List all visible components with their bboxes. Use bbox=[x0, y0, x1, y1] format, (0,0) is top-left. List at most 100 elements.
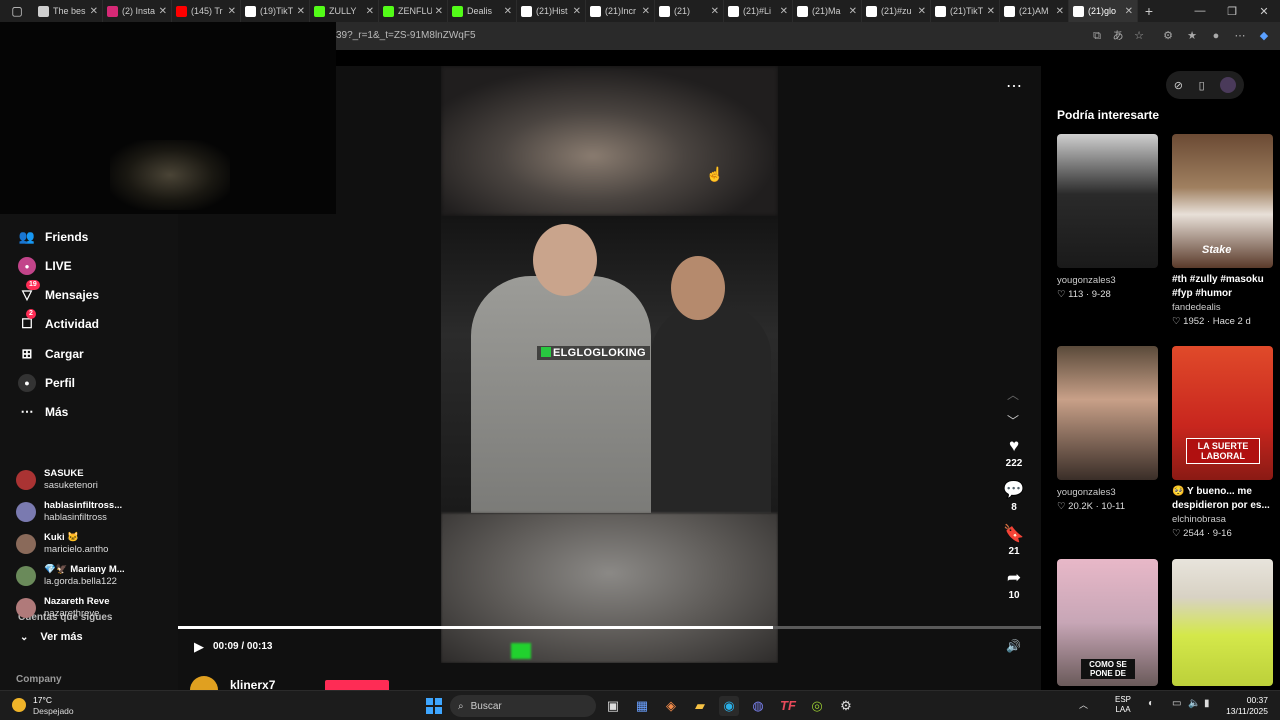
play-icon[interactable]: ▶ bbox=[194, 639, 204, 655]
close-tab-icon[interactable]: ✕ bbox=[228, 6, 236, 17]
restore-icon[interactable]: ❐ bbox=[1216, 5, 1248, 18]
tray-chevron-icon[interactable]: ︿ bbox=[1079, 698, 1088, 711]
browser-tab[interactable]: (19)TikT ✕ bbox=[241, 0, 310, 22]
browser-tab[interactable]: (21)TikT ✕ bbox=[931, 0, 1000, 22]
task-view-icon[interactable]: ▣ bbox=[603, 696, 623, 716]
volume-icon[interactable]: 🔊 bbox=[1006, 639, 1021, 653]
xbox-icon[interactable]: ◎ bbox=[807, 696, 827, 716]
weather-temp[interactable]: 17°C bbox=[33, 695, 52, 705]
sidebar-item-activity[interactable]: ☐ 2 Actividad bbox=[18, 309, 99, 335]
close-tab-icon[interactable]: ✕ bbox=[918, 6, 926, 17]
settings-icon[interactable]: ⚙ bbox=[836, 696, 856, 716]
sidebar-item-messages[interactable]: ▽ 19 Mensajes bbox=[18, 280, 99, 306]
rec-video-card[interactable]: Stake #th #zully #masoku #fyp #humor fan… bbox=[1172, 134, 1273, 329]
rec-video-card[interactable]: yougonzales3 ♡ 113 · 9-28 bbox=[1057, 134, 1158, 302]
followed-account[interactable]: SASUKE sasuketenori bbox=[16, 466, 98, 494]
rec-video-card[interactable] bbox=[1172, 559, 1273, 686]
browser-tab[interactable]: (2) Insta ✕ bbox=[103, 0, 172, 22]
like-button[interactable]: ♥ 222 bbox=[999, 436, 1029, 469]
sidebar-item-live[interactable]: ● LIVE bbox=[18, 255, 72, 277]
rec-video-card[interactable]: yougonzales3 ♡ 20.2K · 10-11 bbox=[1057, 346, 1158, 514]
close-tab-icon[interactable]: ✕ bbox=[297, 6, 305, 17]
avatar[interactable] bbox=[1220, 77, 1237, 93]
browser-tab[interactable]: (21)glo ✕ bbox=[1069, 0, 1138, 22]
avatar[interactable] bbox=[190, 676, 218, 690]
compass-icon[interactable]: ⊘ bbox=[1174, 79, 1183, 92]
extensions-icon[interactable]: ⚙ bbox=[1160, 28, 1176, 44]
windows-start-icon[interactable] bbox=[426, 698, 442, 714]
comment-button[interactable]: 💬 8 bbox=[999, 480, 1029, 513]
close-tab-icon[interactable]: ✕ bbox=[435, 6, 443, 17]
phone-icon[interactable]: ▯ bbox=[1199, 79, 1205, 92]
close-window-icon[interactable]: ✕ bbox=[1248, 5, 1280, 18]
sidebar-item-profile[interactable]: ● Perfil bbox=[18, 372, 75, 394]
followed-account[interactable]: Kuki 🐱 maricielo.antho bbox=[16, 530, 108, 558]
speaker-icon[interactable]: 🔈 bbox=[1188, 698, 1200, 709]
copilot-app-icon[interactable]: ◈ bbox=[661, 696, 681, 716]
tray-app-icon[interactable]: ◐ bbox=[1148, 698, 1154, 709]
see-more-button[interactable]: ⌄ Ver más bbox=[20, 631, 83, 643]
browser-tab[interactable]: (21) ✕ bbox=[655, 0, 724, 22]
close-tab-icon[interactable]: ✕ bbox=[711, 6, 719, 17]
close-tab-icon[interactable]: ✕ bbox=[504, 6, 512, 17]
save-button[interactable]: 🔖 21 bbox=[999, 524, 1029, 557]
company-link[interactable]: Company bbox=[16, 674, 62, 685]
app-tf-icon[interactable]: TF bbox=[778, 696, 798, 716]
progress-bar[interactable] bbox=[178, 626, 1041, 629]
close-tab-icon[interactable]: ✕ bbox=[573, 6, 581, 17]
share-button[interactable]: ➦ 10 bbox=[999, 568, 1029, 601]
author-name[interactable]: klinerx7 bbox=[230, 678, 275, 690]
close-tab-icon[interactable]: ✕ bbox=[1056, 6, 1064, 17]
more-options-icon[interactable]: ⋯ bbox=[1006, 76, 1023, 96]
sidebar-item-upload[interactable]: ⊞ Cargar bbox=[18, 343, 84, 365]
browser-tab[interactable]: (21)Incr ✕ bbox=[586, 0, 655, 22]
rec-video-card[interactable]: COMO SE PONE DE bbox=[1057, 559, 1158, 686]
chevron-down-icon[interactable]: ﹀ bbox=[1007, 412, 1019, 429]
clock[interactable]: 00:37 13/11/2025 bbox=[1226, 695, 1268, 717]
browser-tab[interactable]: The bes ✕ bbox=[34, 0, 103, 22]
rec-video-card[interactable]: LA SUERTE LABORAL 🥺 Y bueno... me despid… bbox=[1172, 346, 1273, 541]
file-explorer-icon[interactable]: ▰ bbox=[690, 696, 710, 716]
video-player[interactable]: ELGLOGLOKING bbox=[441, 66, 778, 663]
taskbar-search[interactable]: ⌕ Buscar bbox=[450, 695, 596, 717]
followed-account[interactable]: Nazareth Reve nazarethreve bbox=[16, 594, 109, 622]
address-bar[interactable]: 39?_r=1&_t=ZS-91M8lnZWqF5 bbox=[336, 30, 476, 41]
followed-account[interactable]: hablasinfiltross... hablasinfiltross bbox=[16, 498, 122, 526]
followed-account[interactable]: 💎🦅 Mariany M... la.gorda.bella122 bbox=[16, 562, 125, 590]
browser-tab[interactable]: (21)#zu ✕ bbox=[862, 0, 931, 22]
translate-icon[interactable]: あ bbox=[1110, 28, 1126, 44]
favorite-star-icon[interactable]: ☆ bbox=[1131, 28, 1147, 44]
browser-menu-icon[interactable]: ⋯ bbox=[1232, 28, 1248, 44]
follow-button[interactable] bbox=[325, 680, 389, 690]
minimize-icon[interactable]: — bbox=[1184, 5, 1216, 18]
new-tab-button[interactable]: + bbox=[1138, 3, 1160, 19]
close-tab-icon[interactable]: ✕ bbox=[780, 6, 788, 17]
language-indicator[interactable]: ESP LAA bbox=[1115, 695, 1131, 715]
sidebar-item-more[interactable]: ⋯ Más bbox=[18, 401, 69, 423]
sidebar-item-friends[interactable]: 👥 Friends bbox=[18, 226, 88, 248]
open-in-app-icon[interactable]: ⧉ bbox=[1089, 28, 1105, 44]
profile-avatar-icon[interactable]: ● bbox=[1208, 28, 1224, 44]
weather-desc[interactable]: Despejado bbox=[33, 706, 74, 716]
chevron-up-icon[interactable]: ︿ bbox=[1007, 386, 1019, 403]
display-icon[interactable]: ▭ bbox=[1172, 698, 1181, 709]
close-tab-icon[interactable]: ✕ bbox=[849, 6, 857, 17]
close-tab-icon[interactable]: ✕ bbox=[159, 6, 167, 17]
close-tab-icon[interactable]: ✕ bbox=[1125, 6, 1133, 17]
close-tab-icon[interactable]: ✕ bbox=[987, 6, 995, 17]
browser-tab[interactable]: ZENFLU ✕ bbox=[379, 0, 448, 22]
browser-tab[interactable]: (21)#Li ✕ bbox=[724, 0, 793, 22]
edge-icon[interactable]: ◉ bbox=[719, 696, 739, 716]
close-tab-icon[interactable]: ✕ bbox=[366, 6, 374, 17]
copilot-icon[interactable]: ◆ bbox=[1256, 28, 1272, 44]
weather-icon[interactable] bbox=[12, 698, 26, 712]
discord-icon[interactable]: ◍ bbox=[748, 696, 768, 716]
store-icon[interactable]: ▦ bbox=[632, 696, 652, 716]
close-tab-icon[interactable]: ✕ bbox=[642, 6, 650, 17]
browser-tab[interactable]: (21)Hist ✕ bbox=[517, 0, 586, 22]
browser-tab[interactable]: ZULLY ✕ bbox=[310, 0, 379, 22]
browser-tab[interactable]: (145) Tr ✕ bbox=[172, 0, 241, 22]
battery-icon[interactable]: ▮ bbox=[1204, 698, 1210, 709]
tab-actions-icon[interactable]: ▢ bbox=[0, 0, 34, 22]
browser-tab[interactable]: (21)AM ✕ bbox=[1000, 0, 1069, 22]
